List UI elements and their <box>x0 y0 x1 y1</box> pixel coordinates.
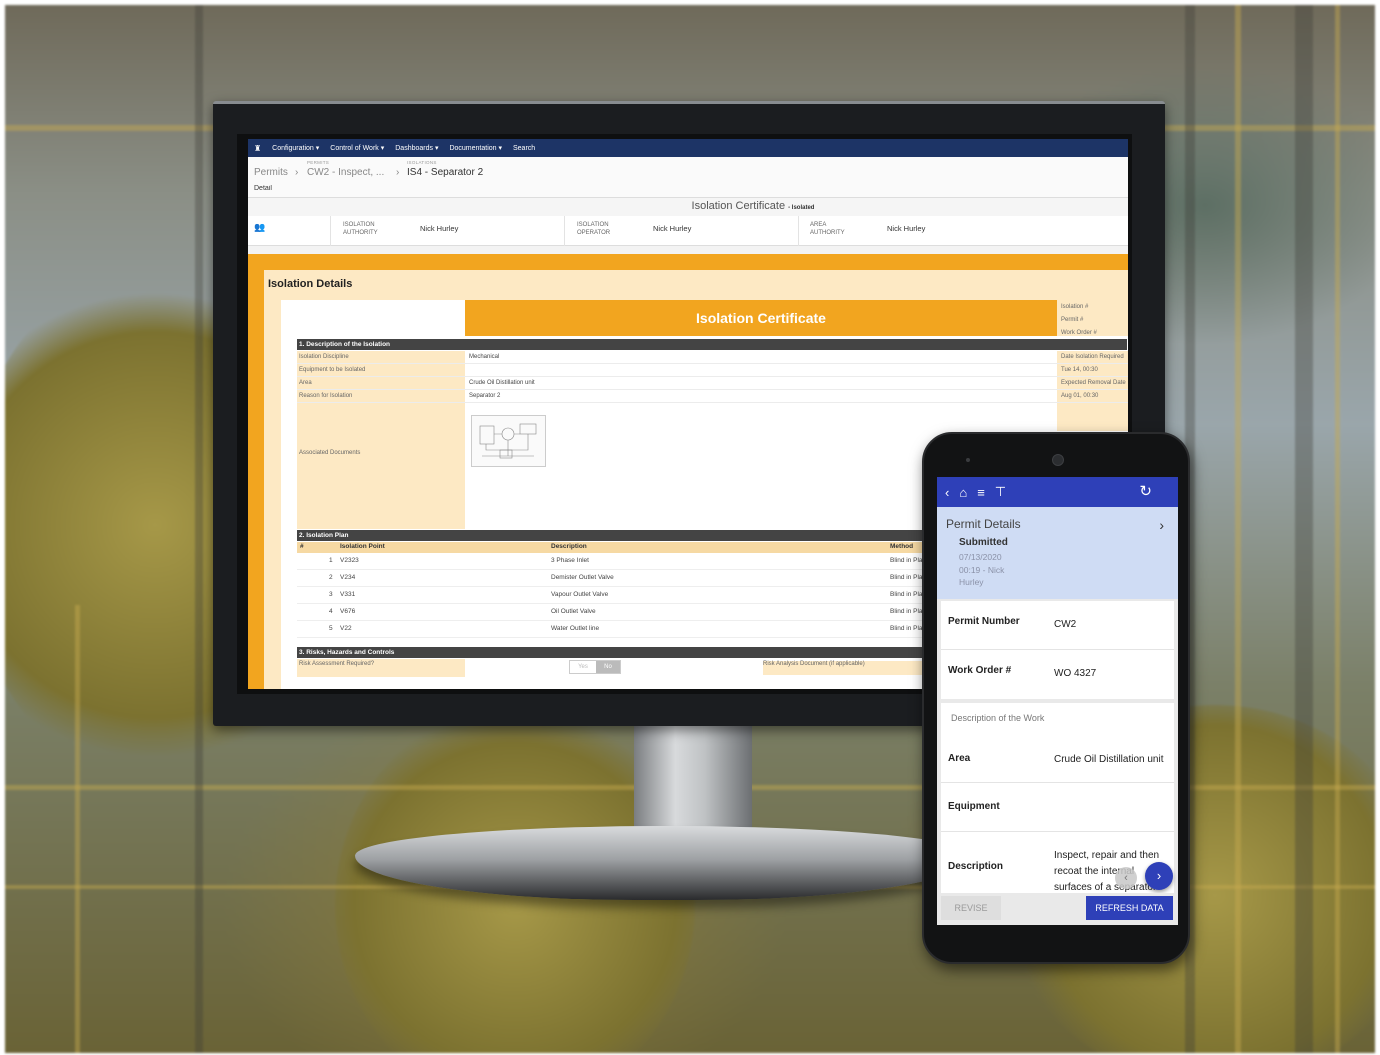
field-value: Crude Oil Distillation unit <box>469 380 535 386</box>
people-icon: 👥 <box>254 222 266 232</box>
list-icon[interactable]: ≡ <box>977 485 985 500</box>
field-label: Isolation Discipline <box>299 354 349 360</box>
pid-diagram-thumbnail[interactable] <box>471 415 546 467</box>
field-label: Area <box>299 380 312 386</box>
revise-button[interactable]: REVISE <box>941 896 1001 920</box>
chevron-right-icon[interactable]: › <box>1159 517 1164 533</box>
mobile-app-bar: ‹ ⌂ ≡ ⊤ ↻ <box>937 477 1178 507</box>
breadcrumb-isolations-label: ISOLATIONS <box>407 160 437 165</box>
breadcrumb-current: IS4 - Separator 2 <box>407 167 484 178</box>
breadcrumb-permits[interactable]: Permits <box>254 167 288 178</box>
risk-assessment-label: Risk Assessment Required? <box>299 661 375 667</box>
mobile-app-screen: ‹ ⌂ ≡ ⊤ ↻ Permit Details › Submitted 07/… <box>937 477 1178 925</box>
certificate-numbers: Isolation # Permit # Work Order # <box>1057 300 1128 336</box>
work-order-label: Work Order # <box>948 665 1012 676</box>
authority-row: 👥 ISOLATION AUTHORITY Nick Hurley ISOLATI… <box>248 216 1128 246</box>
date-required-value: Tue 14, 00:30 <box>1061 367 1098 373</box>
permit-number-label: Permit Number <box>948 616 1020 627</box>
breadcrumb-permits-label: PERMITS <box>307 160 330 165</box>
area-authority-value: Nick Hurley <box>887 224 926 233</box>
certificate-banner: Isolation Certificate <box>465 300 1057 336</box>
toggle-yes[interactable]: Yes <box>570 661 596 673</box>
description-card: Description of the Work Area Crude Oil D… <box>941 703 1174 893</box>
permit-status-meta: 07/13/2020 00:19 - Nick Hurley <box>959 552 1005 587</box>
field-label: Reason for Isolation <box>299 393 353 399</box>
nav-documentation[interactable]: Documentation ▾ <box>449 144 502 152</box>
risk-assessment-toggle[interactable]: Yes No <box>569 660 621 674</box>
permit-summary-card: Permit Number CW2 Work Order # WO 4327 <box>941 601 1174 699</box>
next-page-button[interactable]: › <box>1145 862 1173 890</box>
description-section-title: Description of the Work <box>951 713 1045 723</box>
home-icon[interactable]: ♜ <box>254 144 261 153</box>
area-authority-label: AREA AUTHORITY <box>810 222 845 236</box>
removal-date-label: Expected Removal Date <box>1061 380 1126 386</box>
breadcrumb: Permits › PERMITS CW2 - Inspect, ... › I… <box>248 157 1128 185</box>
removal-date-value: Aug 01, 00:30 <box>1061 393 1099 399</box>
field-value: Separator 2 <box>469 393 501 399</box>
certificate-status: - Isolated <box>788 205 815 211</box>
section-description-header: 1. Description of the Isolation <box>297 339 1127 350</box>
toggle-no[interactable]: No <box>596 661 620 673</box>
description-label: Description <box>948 861 1004 872</box>
home-icon[interactable]: ⌂ <box>959 485 967 500</box>
permit-number-value: CW2 <box>1054 619 1077 630</box>
permit-status: Submitted <box>959 537 1008 548</box>
monitor-stand-neck <box>634 726 752 834</box>
certificate-title-text: Isolation Certificate <box>691 200 786 212</box>
isolation-details-title: Isolation Details <box>268 278 353 290</box>
certificate-title: Isolation Certificate - Isolated <box>248 198 1128 216</box>
area-label: Area <box>948 753 971 764</box>
text-icon[interactable]: ⊤ <box>995 484 1006 500</box>
nav-search[interactable]: Search <box>513 145 535 152</box>
associated-documents-label: Associated Documents <box>299 450 361 456</box>
isolation-authority-value: Nick Hurley <box>420 224 459 233</box>
nav-control-of-work[interactable]: Control of Work ▾ <box>330 144 384 152</box>
refresh-icon[interactable]: ↻ <box>1139 482 1152 500</box>
area-value: Crude Oil Distillation unit <box>1054 754 1164 765</box>
breadcrumb-separator-icon: › <box>396 167 400 178</box>
permit-details-title: Permit Details <box>946 517 1021 531</box>
field-value: Mechanical <box>469 354 500 360</box>
refresh-data-button[interactable]: REFRESH DATA <box>1086 896 1173 920</box>
field-label: Equipment to be Isolated <box>299 367 366 373</box>
isolation-operator-label: ISOLATION OPERATOR <box>577 222 611 236</box>
nav-dashboards[interactable]: Dashboards ▾ <box>395 144 438 152</box>
equipment-label: Equipment <box>948 801 1000 812</box>
breadcrumb-separator-icon: › <box>295 167 299 178</box>
isolation-operator-value: Nick Hurley <box>653 224 692 233</box>
permit-details-header[interactable]: Permit Details › Submitted 07/13/2020 00… <box>937 507 1178 599</box>
nav-configuration[interactable]: Configuration ▾ <box>272 144 319 152</box>
tab-detail[interactable]: Detail <box>254 185 272 192</box>
date-required-label: Date Isolation Required <box>1061 354 1124 360</box>
isolation-authority-label: ISOLATION AUTHORITY <box>343 222 378 236</box>
camera-icon <box>1052 454 1064 466</box>
top-navigation: ♜ Configuration ▾ Control of Work ▾ Dash… <box>248 139 1128 157</box>
previous-page-icon[interactable]: ‹ <box>1115 867 1137 889</box>
mobile-action-bar: REVISE REFRESH DATA <box>937 893 1178 925</box>
breadcrumb-permit[interactable]: CW2 - Inspect, ... <box>307 167 384 178</box>
back-icon[interactable]: ‹ <box>945 485 949 500</box>
work-order-value: WO 4327 <box>1054 668 1097 679</box>
